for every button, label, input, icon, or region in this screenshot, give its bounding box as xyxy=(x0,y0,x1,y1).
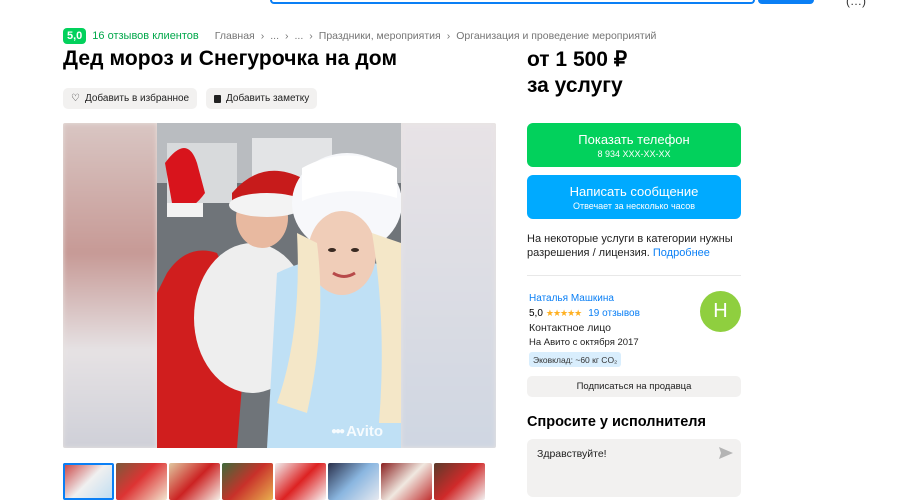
seller-reviews-link[interactable]: 19 отзывов xyxy=(588,308,640,319)
watermark-text: Avito xyxy=(346,423,384,440)
breadcrumb-item[interactable]: ... xyxy=(295,30,304,42)
add-note-label: Добавить заметку xyxy=(226,93,310,104)
add-favorite-label: Добавить в избранное xyxy=(84,93,190,104)
avito-watermark: ●●● Avito xyxy=(331,423,383,440)
ask-section-title: Спросите у исполнителя xyxy=(527,414,706,430)
avito-logo-icon: ●●● xyxy=(331,426,345,437)
add-note-button[interactable]: Добавить заметку xyxy=(206,88,318,109)
seller-name-link[interactable]: Наталья Машкина xyxy=(529,293,614,304)
write-message-label: Написать сообщение xyxy=(569,183,699,199)
thumbnail[interactable] xyxy=(328,463,379,500)
eco-badge[interactable]: Эковклад: ~60 кг CO₂ xyxy=(529,352,622,367)
breadcrumb-item[interactable]: Организация и проведение мероприятий xyxy=(456,30,656,42)
seller-role: Контактное лицо xyxy=(529,322,611,334)
thumbnail[interactable] xyxy=(63,463,114,500)
main-photo[interactable] xyxy=(157,123,401,448)
breadcrumb-item[interactable]: Главная xyxy=(215,30,255,42)
breadcrumb-separator: › xyxy=(260,30,265,42)
show-phone-button[interactable]: Показать телефон 8 934 XXX-XX-XX xyxy=(527,123,741,167)
rating-badge: 5,0 xyxy=(63,28,87,44)
seller-rating: 5,0 ★★★★★ 19 отзывов xyxy=(529,308,640,319)
thumbnail-strip xyxy=(63,463,485,500)
gallery-blur-right xyxy=(401,123,496,448)
star-icons: ★★★★★ xyxy=(545,308,582,318)
thumbnail[interactable] xyxy=(434,463,485,500)
listing-page: (…) 5,0 16 отзывов клиентов Главная › ..… xyxy=(0,0,900,500)
photo-gallery[interactable]: ●●● Avito xyxy=(63,123,496,448)
seller-since: На Авито с октября 2017 xyxy=(529,337,639,348)
reviews-link[interactable]: 16 отзывов клиентов xyxy=(92,30,198,42)
page-title: Дед мороз и Снегурочка на дом xyxy=(63,47,398,70)
phone-masked: 8 934 XXX-XX-XX xyxy=(597,148,671,159)
gallery-blur-left xyxy=(63,123,157,448)
thumbnail[interactable] xyxy=(116,463,167,500)
breadcrumb: Главная › ... › ... › Праздники, меропри… xyxy=(215,30,657,42)
header-fragment: (…) xyxy=(846,0,866,8)
price-value: от 1 500 ₽ xyxy=(527,48,628,71)
search-button[interactable] xyxy=(758,0,814,4)
seller-avatar[interactable]: Н xyxy=(700,291,741,332)
breadcrumb-item[interactable]: Праздники, мероприятия xyxy=(319,30,441,42)
note-icon xyxy=(214,94,221,103)
add-favorite-button[interactable]: ♡ Добавить в избранное xyxy=(63,88,198,109)
license-more-link[interactable]: Подробнее xyxy=(653,247,710,259)
thumbnail[interactable] xyxy=(222,463,273,500)
price: от 1 500 ₽ за услугу xyxy=(527,47,627,99)
ask-message-box[interactable]: Здравствуйте! xyxy=(527,439,741,497)
show-phone-label: Показать телефон xyxy=(578,131,690,147)
search-bar[interactable] xyxy=(270,0,755,4)
breadcrumb-separator: › xyxy=(309,30,313,42)
send-icon[interactable] xyxy=(719,447,733,459)
message-input[interactable]: Здравствуйте! xyxy=(537,448,607,460)
breadcrumb-separator: › xyxy=(285,30,289,42)
breadcrumb-item[interactable]: ... xyxy=(270,30,279,42)
subscribe-button[interactable]: Подписаться на продавца xyxy=(527,376,741,397)
write-message-button[interactable]: Написать сообщение Отвечает за несколько… xyxy=(527,175,741,219)
thumbnail[interactable] xyxy=(381,463,432,500)
breadcrumb-separator: › xyxy=(446,30,451,42)
seller-rating-score: 5,0 xyxy=(529,308,543,319)
thumbnail[interactable] xyxy=(169,463,220,500)
response-time: Отвечает за несколько часов xyxy=(572,200,696,211)
meta-row: 5,0 16 отзывов клиентов Главная › ... › … xyxy=(63,28,656,44)
license-note: На некоторые услуги в категории нужны ра… xyxy=(527,232,741,260)
heart-icon: ♡ xyxy=(71,93,80,104)
price-unit: за услугу xyxy=(527,74,623,97)
thumbnail[interactable] xyxy=(275,463,326,500)
divider xyxy=(527,275,741,276)
